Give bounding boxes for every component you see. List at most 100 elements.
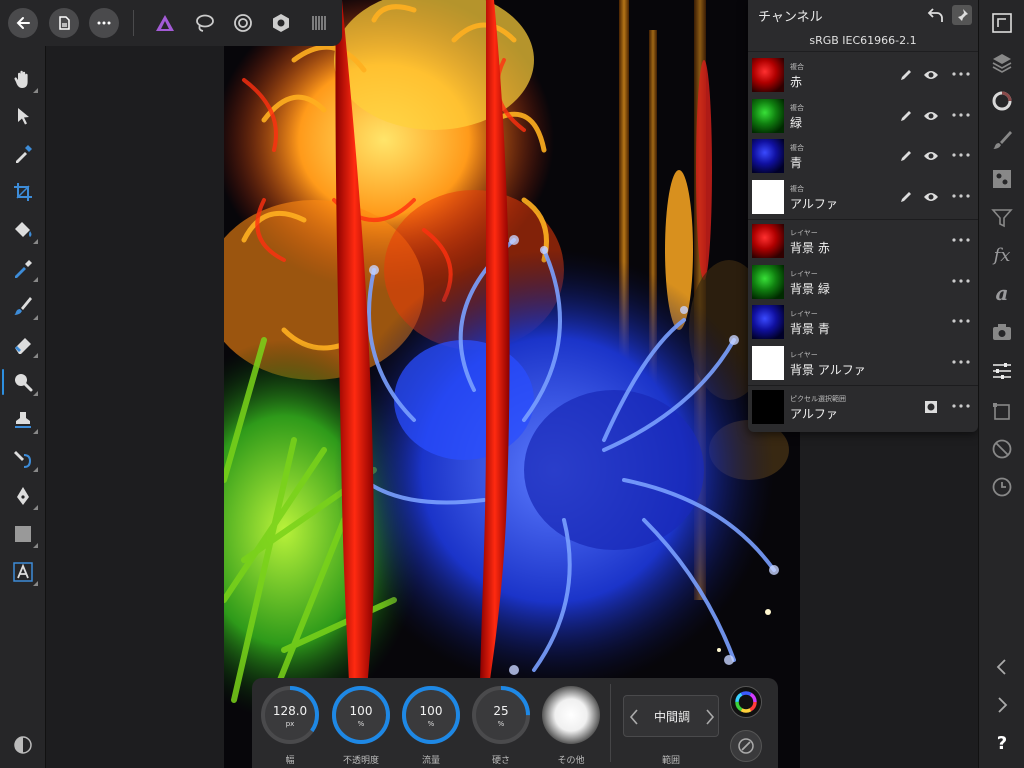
chevron-right-icon[interactable] — [704, 708, 716, 726]
opacity-unit: % — [357, 720, 365, 728]
color-picker-icon — [16, 145, 32, 163]
next-button[interactable] — [987, 690, 1017, 720]
history-studio-button[interactable] — [987, 472, 1017, 502]
composite-channel-row[interactable]: 複合緑 — [748, 96, 978, 136]
pen-tool[interactable] — [6, 479, 40, 513]
help-button[interactable]: ? — [987, 728, 1017, 758]
color-profile: sRGB IEC61966-2.1 — [748, 30, 978, 52]
pressure-button[interactable] — [730, 730, 762, 762]
brush-preview-button[interactable] — [540, 684, 602, 746]
rectangle-icon — [15, 526, 31, 542]
tonal-range-selector[interactable]: 中間調 — [623, 695, 719, 737]
composite-channel-row[interactable]: 複合 アルファ — [748, 177, 978, 217]
channel-more-button[interactable] — [951, 314, 971, 331]
move-tool[interactable] — [6, 99, 40, 133]
toggle-visibility-button[interactable] — [923, 148, 939, 164]
chevron-left-icon — [996, 659, 1006, 675]
smudge-tool[interactable] — [6, 441, 40, 475]
toggle-visibility-button[interactable] — [923, 108, 939, 124]
layers-studio-button[interactable] — [987, 47, 1017, 77]
aperture-icon — [273, 14, 289, 32]
toggle-visibility-button[interactable] — [923, 189, 939, 205]
transform-studio-button[interactable] — [987, 397, 1017, 427]
clone-tool[interactable] — [6, 403, 40, 437]
eye-icon — [924, 192, 938, 201]
fx-studio-button[interactable]: fx — [987, 240, 1017, 270]
liquify-icon — [234, 14, 252, 32]
edit-channel-button[interactable] — [898, 148, 914, 164]
edit-channel-button[interactable] — [898, 108, 914, 124]
flood-fill-tool[interactable] — [6, 213, 40, 247]
channel-kind: レイヤー — [790, 350, 818, 359]
document-button[interactable] — [49, 8, 79, 38]
chevron-right-icon — [998, 697, 1008, 713]
text-style-icon: a — [995, 281, 1009, 305]
text-tool[interactable] — [6, 555, 40, 589]
block-studio-button[interactable] — [987, 434, 1017, 464]
channel-more-button[interactable] — [951, 148, 971, 165]
previous-button[interactable] — [987, 652, 1017, 682]
selection-channel-row[interactable]: ピクセル選択範囲 アルファ — [748, 387, 978, 427]
channel-more-button[interactable] — [951, 67, 971, 84]
color-picker-tool[interactable] — [6, 137, 40, 171]
composite-channel-row[interactable]: 複合青 — [748, 136, 978, 176]
edit-channel-button[interactable] — [898, 67, 914, 83]
photo-persona-button[interactable] — [150, 8, 180, 38]
back-button[interactable] — [8, 8, 38, 38]
channels-icon — [992, 91, 1012, 111]
pencil-icon — [901, 191, 911, 202]
quick-mask-toggle[interactable] — [6, 728, 40, 762]
liquify-persona-button[interactable] — [228, 8, 258, 38]
filters-studio-button[interactable] — [987, 203, 1017, 233]
crop-tool[interactable] — [6, 175, 40, 209]
channel-more-button[interactable] — [951, 274, 971, 291]
color-wheel-button[interactable] — [730, 686, 762, 718]
flow-dial[interactable]: 100 % — [400, 684, 462, 746]
composite-channel-row[interactable]: 複合赤 — [748, 55, 978, 95]
eraser-tool[interactable] — [6, 327, 40, 361]
pencil-icon — [901, 70, 911, 80]
flow-unit: % — [427, 720, 435, 728]
crop-icon — [14, 183, 32, 201]
text-styles-studio-button[interactable]: a — [987, 278, 1017, 308]
create-mask-button[interactable] — [923, 399, 939, 415]
camera-studio-button[interactable] — [987, 317, 1017, 347]
brushes-studio-button[interactable] — [987, 125, 1017, 155]
layer-channel-row[interactable]: レイヤー 背景 緑 — [748, 262, 978, 302]
color-wheel-icon — [735, 691, 757, 713]
document-canvas[interactable] — [224, 0, 800, 768]
pin-icon — [957, 9, 968, 22]
hand-tool[interactable] — [6, 62, 40, 96]
channel-kind: レイヤー — [790, 229, 818, 237]
channel-label: 背景 アルファ — [790, 362, 866, 377]
navigator-studio-button[interactable] — [987, 8, 1017, 38]
channel-more-button[interactable] — [951, 399, 971, 416]
edit-channel-button[interactable] — [898, 189, 914, 205]
group-divider — [748, 385, 978, 386]
more-button[interactable] — [89, 8, 119, 38]
tone-mapping-persona-button[interactable] — [304, 8, 334, 38]
channels-studio-button[interactable] — [987, 86, 1017, 116]
rectangle-tool[interactable] — [6, 517, 40, 551]
adjustments-studio-button[interactable] — [987, 164, 1017, 194]
channel-more-button[interactable] — [951, 233, 971, 250]
panel-pin-button[interactable] — [952, 5, 972, 25]
selection-persona-button[interactable] — [190, 8, 220, 38]
selection-brush-tool[interactable] — [6, 251, 40, 285]
channel-more-button[interactable] — [951, 108, 971, 125]
layer-channel-row[interactable]: レイヤー背景 アルファ — [748, 343, 978, 383]
channel-thumbnail — [752, 264, 784, 299]
channel-more-button[interactable] — [951, 355, 971, 372]
toggle-visibility-button[interactable] — [923, 67, 939, 83]
hardness-dial[interactable]: 25 % — [470, 684, 532, 746]
opacity-dial[interactable]: 100 % — [330, 684, 392, 746]
panel-undo-button[interactable] — [926, 5, 946, 25]
sliders-studio-button[interactable] — [987, 356, 1017, 386]
develop-persona-button[interactable] — [266, 8, 296, 38]
layer-channel-row[interactable]: レイヤー 背景 赤 — [748, 221, 978, 261]
paint-brush-tool[interactable] — [6, 289, 40, 323]
width-dial[interactable]: 128.0 px — [259, 684, 321, 746]
channel-more-button[interactable] — [951, 189, 971, 206]
dodge-tool[interactable] — [2, 365, 40, 399]
layer-channel-row[interactable]: レイヤー 背景 青 — [748, 302, 978, 342]
